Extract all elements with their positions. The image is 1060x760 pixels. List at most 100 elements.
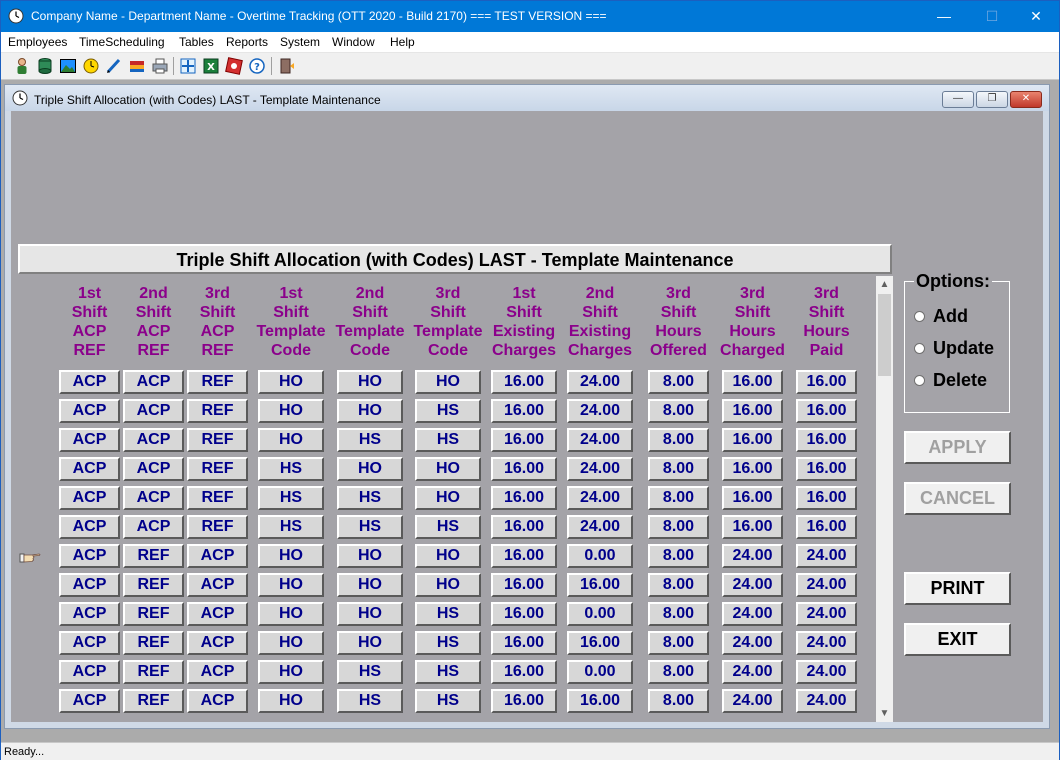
grid-cell[interactable]: ACP xyxy=(187,544,248,568)
grid-cell[interactable]: ACP xyxy=(59,515,120,539)
radio-button[interactable] xyxy=(914,343,925,354)
scroll-thumb[interactable] xyxy=(878,294,891,376)
option-update-label[interactable]: Update xyxy=(933,338,994,359)
grid-cell[interactable]: 8.00 xyxy=(648,515,709,539)
grid-cell[interactable]: HO xyxy=(258,370,324,394)
minimize-button[interactable]: — xyxy=(921,1,967,32)
grid-cell[interactable]: 8.00 xyxy=(648,370,709,394)
grid-cell[interactable]: HO xyxy=(337,457,403,481)
grid-cell[interactable]: REF xyxy=(187,428,248,452)
apply-button[interactable]: APPLY xyxy=(904,431,1011,464)
grid-cell[interactable]: HS xyxy=(337,486,403,510)
pencil-icon[interactable] xyxy=(104,56,124,76)
grid-cell[interactable]: ACP xyxy=(123,428,184,452)
grid-cell[interactable]: ACP xyxy=(59,486,120,510)
grid-cell[interactable]: REF xyxy=(187,370,248,394)
grid-cell[interactable]: 16.00 xyxy=(491,399,557,423)
grid-cell[interactable]: HS xyxy=(415,660,481,684)
grid-cell[interactable]: 24.00 xyxy=(567,370,633,394)
grid-cell[interactable]: HS xyxy=(415,428,481,452)
grid-cell[interactable]: ACP xyxy=(123,486,184,510)
grid-cell[interactable]: 16.00 xyxy=(796,515,857,539)
grid-cell[interactable]: HS xyxy=(415,602,481,626)
clock-icon[interactable] xyxy=(81,56,101,76)
grid-cell[interactable]: REF xyxy=(123,602,184,626)
grid-cell[interactable]: HO xyxy=(258,399,324,423)
grid-cell[interactable]: HS xyxy=(258,515,324,539)
grid-cell[interactable]: ACP xyxy=(59,660,120,684)
menu-timescheduling[interactable]: TimeScheduling xyxy=(79,35,165,49)
grid-cell[interactable]: 16.00 xyxy=(491,428,557,452)
grid-cell[interactable]: REF xyxy=(123,689,184,713)
grid-cell[interactable]: REF xyxy=(187,457,248,481)
grid-cell[interactable]: ACP xyxy=(59,631,120,655)
grid-cell[interactable]: 16.00 xyxy=(491,602,557,626)
menu-tables[interactable]: Tables xyxy=(179,35,214,49)
grid-cell[interactable]: 16.00 xyxy=(796,399,857,423)
grid-cell[interactable]: ACP xyxy=(59,428,120,452)
grid-cell[interactable]: 16.00 xyxy=(796,457,857,481)
grid-cell[interactable]: ACP xyxy=(123,515,184,539)
grid-cell[interactable]: ACP xyxy=(59,370,120,394)
grid-cell[interactable]: ACP xyxy=(123,457,184,481)
menu-employees[interactable]: Employees xyxy=(8,35,67,49)
grid-cell[interactable]: HO xyxy=(415,370,481,394)
radio-button[interactable] xyxy=(914,311,925,322)
help-icon[interactable]: ? xyxy=(247,56,267,76)
grid-cell[interactable]: 8.00 xyxy=(648,602,709,626)
grid-cell[interactable]: HO xyxy=(337,602,403,626)
grid-cell[interactable]: HO xyxy=(337,631,403,655)
grid-cell[interactable]: 24.00 xyxy=(567,515,633,539)
grid-cell[interactable]: ACP xyxy=(123,370,184,394)
grid-cell[interactable]: 24.00 xyxy=(567,486,633,510)
database-icon[interactable] xyxy=(35,56,55,76)
grid-cell[interactable]: 16.00 xyxy=(491,370,557,394)
grid-cell[interactable]: 16.00 xyxy=(722,457,783,481)
grid-cell[interactable]: HO xyxy=(337,544,403,568)
child-restore-button[interactable]: ❐ xyxy=(976,91,1008,108)
grid-cell[interactable]: ACP xyxy=(59,544,120,568)
grid-cell[interactable]: ACP xyxy=(187,602,248,626)
books-icon[interactable] xyxy=(127,56,147,76)
printer-icon[interactable] xyxy=(150,56,170,76)
grid-cell[interactable]: REF xyxy=(187,486,248,510)
grid-cell[interactable]: 16.00 xyxy=(491,660,557,684)
grid-cell[interactable]: 24.00 xyxy=(796,689,857,713)
grid-cell[interactable]: 0.00 xyxy=(567,544,633,568)
grid-cell[interactable]: 24.00 xyxy=(567,399,633,423)
grid-cell[interactable]: 16.00 xyxy=(796,486,857,510)
exit-door-icon[interactable] xyxy=(277,56,297,76)
grid-cell[interactable]: REF xyxy=(123,660,184,684)
grid-cell[interactable]: HO xyxy=(337,370,403,394)
print-button[interactable]: PRINT xyxy=(904,572,1011,605)
grid-cell[interactable]: ACP xyxy=(187,660,248,684)
cancel-button[interactable]: CANCEL xyxy=(904,482,1011,515)
grid-cell[interactable]: 16.00 xyxy=(722,399,783,423)
grid-cell[interactable]: 24.00 xyxy=(722,544,783,568)
badge-icon[interactable] xyxy=(224,56,244,76)
exit-button[interactable]: EXIT xyxy=(904,623,1011,656)
close-button[interactable]: ✕ xyxy=(1013,1,1059,32)
grid-cell[interactable]: 16.00 xyxy=(491,544,557,568)
grid-cell[interactable]: 24.00 xyxy=(722,602,783,626)
grid-cell[interactable]: ACP xyxy=(187,631,248,655)
image-icon[interactable] xyxy=(58,56,78,76)
grid-cell[interactable]: 24.00 xyxy=(796,573,857,597)
scroll-up-arrow-icon[interactable]: ▲ xyxy=(876,276,893,293)
grid-cell[interactable]: HO xyxy=(258,573,324,597)
grid-cell[interactable]: 0.00 xyxy=(567,602,633,626)
grid-cell[interactable]: 24.00 xyxy=(796,544,857,568)
grid-cell[interactable]: 16.00 xyxy=(491,573,557,597)
grid-cell[interactable]: HO xyxy=(415,486,481,510)
grid-cell[interactable]: 24.00 xyxy=(567,457,633,481)
menu-system[interactable]: System xyxy=(280,35,320,49)
grid-cell[interactable]: ACP xyxy=(59,573,120,597)
grid-cell[interactable]: 24.00 xyxy=(567,428,633,452)
grid-cell[interactable]: HO xyxy=(258,660,324,684)
grid-cell[interactable]: HO xyxy=(258,428,324,452)
grid-cell[interactable]: 16.00 xyxy=(567,689,633,713)
maximize-button[interactable]: ☐ xyxy=(969,1,1015,32)
grid-cell[interactable]: 8.00 xyxy=(648,544,709,568)
grid-cell[interactable]: ACP xyxy=(187,573,248,597)
grid-cell[interactable]: 16.00 xyxy=(491,689,557,713)
